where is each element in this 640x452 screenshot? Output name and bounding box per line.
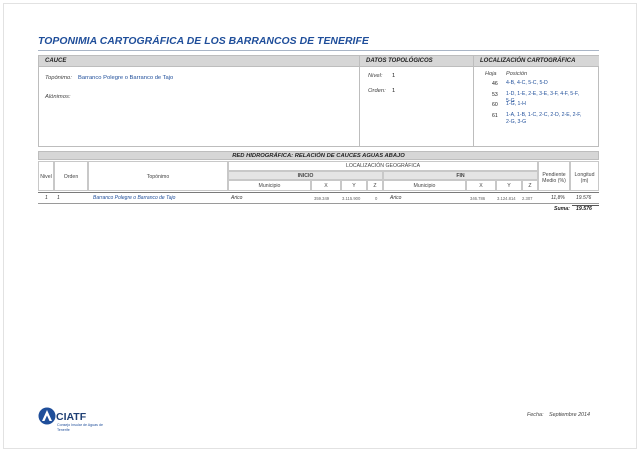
fin-header: FIN [383,171,538,180]
row-rule [38,203,599,204]
localizacion-header: LOCALIZACIÓN CARTOGRÁFICA [474,56,599,67]
z-inicio-header: Z [367,180,383,191]
posicion-value: 1-G, 1-H [506,101,526,107]
row-orden: 1 [57,195,60,201]
red-title: RED HIDROGRÁFICA: RELACIÓN DE CAUCES AGU… [38,151,599,160]
row-municipio-inicio: Arico [231,195,243,201]
logo-text: CIATF [56,411,87,423]
summary-panel: CAUCE DATOS TOPOLÓGICOS LOCALIZACIÓN CAR… [38,55,599,147]
title-rule [38,50,599,51]
row-x-fin: 346.786 [470,196,486,201]
toponimo-header: Topónimo [88,161,228,191]
logo-subtext: Consejo Insular de Aguas de Tenerife [57,423,103,432]
hoja-number: 46 [492,81,498,87]
divider [359,56,360,146]
suma-label: Suma: [554,206,570,212]
x-fin-header: X [466,180,496,191]
posicion-label: Posición [506,71,528,77]
toponimo-value: Barranco Polegre o Barranco de Tajo [78,75,174,81]
divider [473,56,474,146]
fecha-label: Fecha: [527,412,544,418]
pendiente-header: Pendiente Medio (%) [538,161,570,191]
page-title: TOPONIMIA CARTOGRÁFICA DE LOS BARRANCOS … [38,36,369,47]
toponimo-label: Topónimo: [45,75,72,81]
loc-geo-header: LOCALIZACIÓN GEOGRÁFICA [228,161,538,171]
hoja-label: Hoja [485,71,497,77]
y-fin-header: Y [496,180,522,191]
hoja-number: 61 [492,113,498,119]
row-z-fin: 2.307 [522,196,533,201]
row-nivel: 1 [45,195,48,201]
posicion-value: 4-B, 4-C, 5-C, 5-D [506,80,548,86]
municipio-fin-header: Municipio [383,180,466,191]
suma-value: 19.576 [576,206,592,212]
alonimos-label: Alónimos: [45,94,71,100]
row-longitud: 19.576 [576,195,592,201]
cauce-header: CAUCE [39,56,359,67]
hoja-number: 60 [492,102,498,108]
posicion-value: 1-A, 1-B, 1-C, 2-C, 2-D, 2-E, 2-F, 2-G, … [506,112,582,125]
y-inicio-header: Y [341,180,367,191]
orden-label: Orden: [368,88,386,94]
fecha-value: Septiembre 2014 [549,412,591,418]
orden-value: 1 [392,88,396,94]
row-x-inicio: 359.349 [314,196,330,201]
x-inicio-header: X [311,180,341,191]
municipio-inicio-header: Municipio [228,180,311,191]
nivel-label: Nivel: [368,73,383,79]
red-hidrografica-table: RED HIDROGRÁFICA: RELACIÓN DE CAUCES AGU… [38,151,599,213]
longitud-header: Longitud (m) [570,161,599,191]
z-fin-header: Z [522,180,538,191]
row-y-inicio: 3.115.900 [342,196,361,201]
row-z-inicio: 0 [375,196,378,201]
row-y-fin: 3.124.814 [497,196,516,201]
header-rule [38,192,599,193]
row-municipio-fin: Arico [390,195,402,201]
row-pendiente: 11,8% [551,195,565,201]
nivel-header: Nivel [38,161,54,191]
row-toponimo: Barranco Polegre o Barranco de Tajo [93,195,176,201]
orden-header: Orden [54,161,88,191]
datos-header: DATOS TOPOLÓGICOS [360,56,473,67]
nivel-value: 1 [392,73,396,79]
suma-rule [572,205,599,206]
hoja-number: 53 [492,92,498,98]
inicio-header: INICIO [228,171,383,180]
